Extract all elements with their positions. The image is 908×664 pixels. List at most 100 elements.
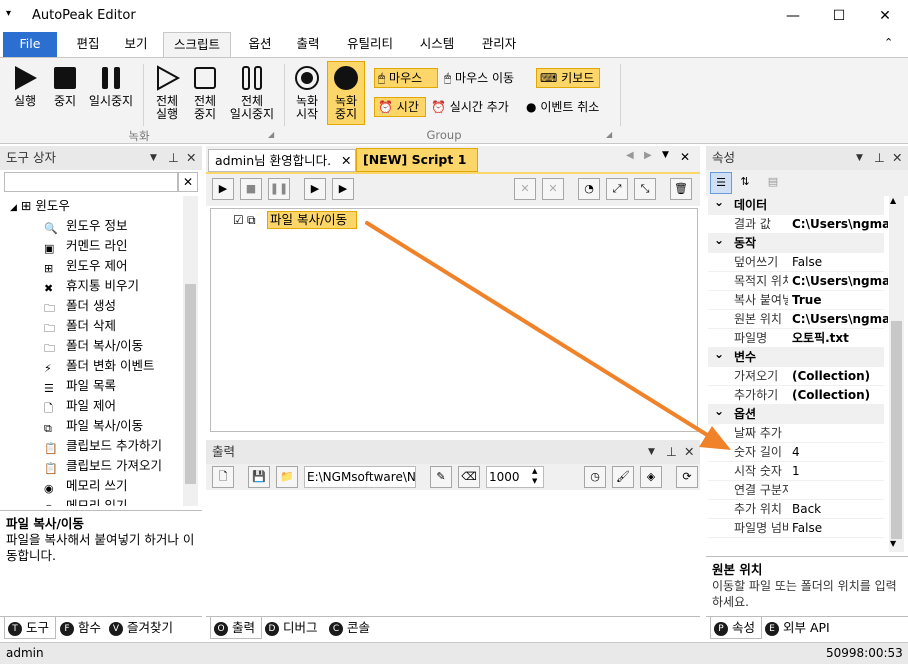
trash-icon[interactable]: 🗑	[670, 178, 692, 200]
tab-script[interactable]: 스크립트	[163, 32, 231, 58]
step-icon[interactable]: ▶	[304, 178, 326, 200]
property-row[interactable]: 목적지 위치 C:\Users\ngma	[708, 272, 888, 291]
scroll-down-icon[interactable]: ▼	[890, 539, 896, 548]
tree-item[interactable]: ⧉ 파일 복사/이동	[44, 416, 143, 436]
tab-system[interactable]: 시스템	[410, 32, 464, 57]
tab-favorites[interactable]: V 즐겨찾기	[106, 617, 180, 639]
property-value[interactable]: 4	[792, 443, 888, 462]
property-value[interactable]: (Collection)	[792, 367, 888, 386]
close-icon[interactable]: ✕	[684, 440, 694, 464]
close-icon[interactable]: ✕	[186, 146, 196, 170]
spinner-icon[interactable]: ▲ ▼	[532, 466, 537, 486]
property-category[interactable]: ⌄ 데이터	[708, 196, 884, 215]
checkbox-icon[interactable]: ☑	[233, 213, 244, 227]
mouse-move-button[interactable]: 🖱 마우스 이동	[444, 69, 534, 89]
property-value[interactable]: C:\Users\ngma	[792, 215, 888, 234]
run-all-button[interactable]: 전체 실행	[148, 64, 186, 121]
keyboard-button[interactable]: ⌨ 키보드	[536, 68, 600, 88]
tab-file[interactable]: File	[3, 32, 57, 57]
scroll-right-icon[interactable]: ▶	[644, 150, 652, 161]
clock-icon[interactable]: ◷	[584, 466, 606, 488]
tree-item[interactable]: ✖ 휴지통 비우기	[44, 276, 139, 296]
property-row[interactable]: 숫자 길이 4	[708, 443, 884, 462]
pause-button[interactable]: 일시중지	[86, 64, 136, 108]
property-row[interactable]: 파일명 오토픽.txt	[708, 329, 884, 348]
scrollbar-thumb[interactable]	[891, 321, 902, 539]
tab-console[interactable]: C 콘솔	[326, 617, 376, 639]
tab-edit[interactable]: 편집	[66, 32, 110, 57]
clean-icon[interactable]: ✎	[430, 466, 452, 488]
tree-item[interactable]: 📋 클립보드 추가하기	[44, 436, 162, 456]
tab-output[interactable]: O 출력	[210, 617, 262, 639]
output-log[interactable]	[206, 492, 700, 614]
realtime-add-button[interactable]: ⏰ 실시간 추가	[431, 98, 523, 118]
close-icon[interactable]: ✕	[680, 150, 690, 164]
tab-functions[interactable]: F 함수	[57, 617, 107, 639]
close-button[interactable]: ✕	[862, 0, 908, 32]
tab-output[interactable]: 출력	[286, 32, 330, 57]
system-menu-icon[interactable]: ▾	[6, 8, 11, 19]
tab-options[interactable]: 옵션	[238, 32, 282, 57]
property-category[interactable]: ⌄ 동작	[708, 233, 884, 253]
maximize-button[interactable]: ☐	[816, 0, 862, 32]
scrollbar-thumb[interactable]	[185, 284, 196, 484]
tree-item[interactable]: 🗀 폴더 생성	[44, 296, 116, 316]
property-row[interactable]: 시작 숫자 1	[708, 462, 884, 481]
tree-item[interactable]: ⊞ 윈도우 제어	[44, 256, 127, 276]
scroll-left-icon[interactable]: ◀	[626, 150, 634, 161]
property-row[interactable]: 파일명 넘버링False	[708, 519, 884, 538]
minimize-button[interactable]: —	[770, 0, 816, 32]
property-value[interactable]: C:\Users\ngma	[792, 310, 888, 329]
output-path-input[interactable]: E:\NGMsoftware\NG	[304, 466, 416, 488]
script-canvas[interactable]: ☑ ⧉ 파일 복사/이동	[210, 208, 698, 432]
property-value[interactable]: False	[792, 519, 888, 538]
record-start-button[interactable]: 녹화 시작	[288, 64, 326, 121]
delete-icon[interactable]: ✕	[514, 178, 536, 200]
tree-item[interactable]: 🗀 폴더 복사/이동	[44, 336, 143, 356]
play-icon[interactable]: ▶	[212, 178, 234, 200]
property-row[interactable]: 연결 구분자	[708, 481, 884, 500]
collapse-icon[interactable]: ⌄	[714, 196, 724, 212]
toolbox-scrollbar[interactable]	[183, 196, 198, 506]
tab-view[interactable]: 보기	[114, 32, 158, 57]
run-button[interactable]: 실행	[6, 64, 44, 108]
tree-item[interactable]: ◉ 메모리 쓰기	[44, 476, 127, 496]
time-button[interactable]: ⏰ 시간	[374, 97, 426, 117]
dropdown-icon[interactable]: ▼	[856, 146, 863, 170]
fill-icon[interactable]: ◈	[640, 466, 662, 488]
collapse-icon[interactable]: ⌄	[714, 402, 724, 421]
new-file-icon[interactable]: 🗋	[212, 466, 234, 488]
property-pages-icon[interactable]: ▤	[762, 172, 784, 194]
record-stop-button[interactable]: 녹화 중지	[327, 61, 365, 125]
property-category[interactable]: ⌄ 옵션	[708, 402, 884, 424]
tab-properties[interactable]: P 속성	[710, 617, 762, 639]
tree-item[interactable]: ▣ 커멘드 라인	[44, 236, 127, 256]
sort-alpha-icon[interactable]: ⇅	[734, 172, 756, 194]
collapse-icon[interactable]: ⌄	[714, 345, 724, 364]
clear-search-icon[interactable]: ✕	[178, 172, 198, 192]
refresh-icon[interactable]: ⟳	[676, 466, 698, 488]
dropdown-icon[interactable]: ▼	[662, 150, 669, 160]
expand-icon[interactable]: ◢	[10, 203, 17, 213]
tree-item[interactable]: 📋 클립보드 가져오기	[44, 456, 162, 476]
stop-all-button[interactable]: 전체 중지	[186, 64, 224, 121]
dialog-launcher-icon[interactable]: ◢	[606, 130, 612, 139]
tree-item[interactable]: ◉ 메모리 읽기	[44, 496, 127, 506]
tree-item[interactable]: 🗀 폴더 삭제	[44, 316, 116, 336]
expand-icon[interactable]: ⤢	[606, 178, 628, 200]
folder-icon[interactable]: 📁	[276, 466, 298, 488]
property-value[interactable]: C:\Users\ngma	[792, 272, 888, 291]
property-value[interactable]: True	[792, 291, 888, 310]
toolbox-search-input[interactable]	[4, 172, 178, 192]
close-icon[interactable]: ✕	[341, 150, 351, 171]
pause-all-button[interactable]: 전체 일시중지	[226, 64, 278, 121]
tree-item[interactable]: 🔍 윈도우 정보	[44, 216, 127, 236]
properties-scrollbar[interactable]: ▲ ▼	[889, 196, 904, 552]
eraser-icon[interactable]: ⌫	[458, 466, 480, 488]
dialog-launcher-icon[interactable]: ◢	[268, 130, 274, 139]
property-value[interactable]: 오토픽.txt	[792, 329, 888, 348]
tree-item[interactable]: ⚡ 폴더 변화 이벤트	[44, 356, 154, 376]
mouse-button[interactable]: 🖱 마우스	[374, 68, 438, 88]
pause-icon[interactable]: ❚❚	[268, 178, 290, 200]
pin-icon[interactable]: ⊥	[168, 146, 179, 170]
